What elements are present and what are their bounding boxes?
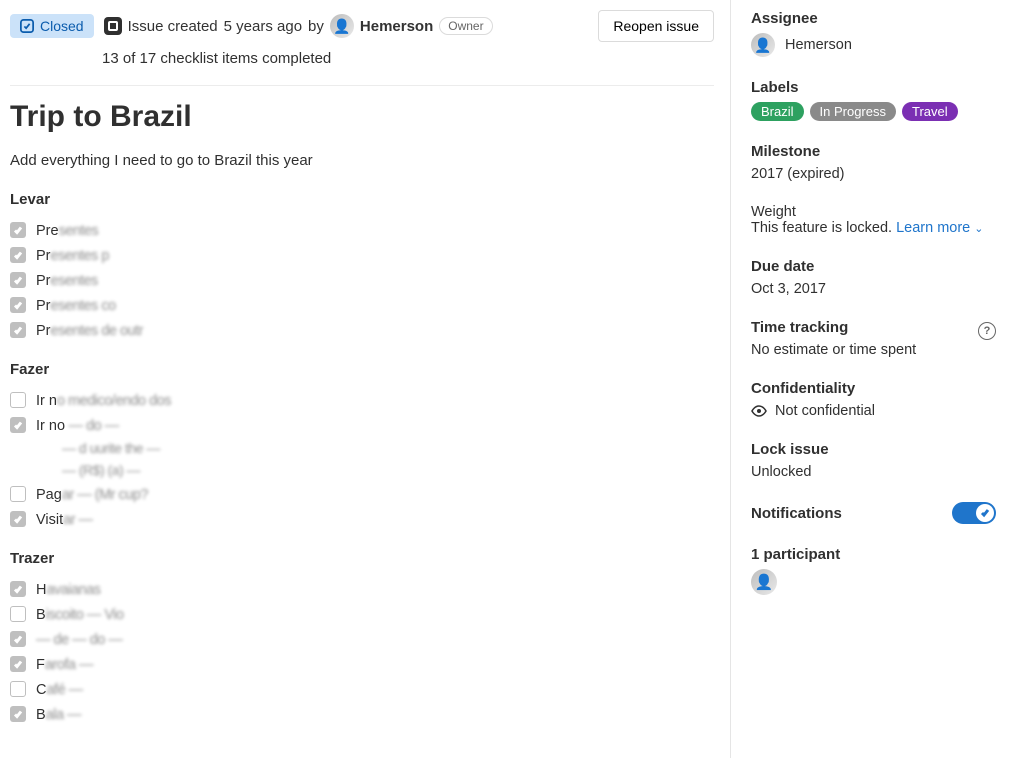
checklist-item-text: Bala —	[36, 707, 81, 723]
checkbox[interactable]	[10, 486, 26, 502]
checklist-heading: Levar	[10, 191, 714, 208]
labels-label: Labels	[751, 79, 996, 96]
divider	[10, 85, 714, 86]
reopen-button[interactable]: Reopen issue	[598, 10, 714, 42]
checklist-item: — de — do —	[10, 627, 714, 652]
notifications-toggle[interactable]	[952, 502, 996, 524]
checkbox[interactable]	[10, 511, 26, 527]
confidentiality-label: Confidentiality	[751, 380, 996, 397]
issue-description: Add everything I need to go to Brazil th…	[10, 152, 714, 169]
checklist-item-text: — de — do —	[36, 632, 122, 648]
status-text: Closed	[40, 18, 84, 34]
checklist-progress: 13 of 17 checklist items completed	[102, 50, 714, 67]
checklist-item: Presentes	[10, 218, 714, 243]
checklist-item: Visitar —	[10, 507, 714, 532]
chevron-down-icon: ⌄	[974, 223, 983, 235]
checkbox[interactable]	[10, 297, 26, 313]
issue-icon	[104, 17, 122, 35]
checklist-item: Ir no — do — — d uurite the —— (R$) (a) —	[10, 413, 714, 482]
timetracking-value: No estimate or time spent	[751, 342, 996, 358]
checklist-item: Havaianas	[10, 577, 714, 602]
participant-avatar[interactable]: 👤	[751, 569, 777, 595]
checklist-item-text: Ir no medico/endo dos	[36, 393, 171, 409]
milestone-value[interactable]: 2017 (expired)	[751, 166, 996, 182]
eye-icon	[751, 403, 767, 419]
checkbox[interactable]	[10, 606, 26, 622]
duedate-label: Due date	[751, 258, 996, 275]
checklist-item-text: Ir no — do —	[36, 418, 119, 434]
checkbox[interactable]	[10, 392, 26, 408]
checkbox[interactable]	[10, 631, 26, 647]
label-pill[interactable]: Brazil	[751, 102, 804, 121]
checklist-item: Presentes	[10, 268, 714, 293]
checkbox[interactable]	[10, 247, 26, 263]
issue-meta-by: by	[308, 18, 324, 35]
checklist-item: Ir no medico/endo dos	[10, 388, 714, 413]
author-name[interactable]: Hemerson	[360, 18, 433, 35]
checklist-nested-line: — d uurite the —	[62, 437, 160, 459]
checklist-item-text: Pagar — (Mr cup?	[36, 487, 148, 503]
status-badge: Closed	[10, 14, 94, 38]
checklist-heading: Trazer	[10, 550, 714, 567]
weight-text: This feature is locked.	[751, 220, 892, 236]
checklist-item-text: Presentes co	[36, 298, 116, 314]
assignee-avatar[interactable]: 👤	[751, 33, 775, 57]
checklist-item: Café —	[10, 677, 714, 702]
checklist-item: Farofa —	[10, 652, 714, 677]
checklist-item: Presentes co	[10, 293, 714, 318]
help-icon[interactable]: ?	[978, 322, 996, 340]
checkbox[interactable]	[10, 322, 26, 338]
issue-meta-time: 5 years ago	[224, 18, 302, 35]
checkbox[interactable]	[10, 681, 26, 697]
author-avatar[interactable]: 👤	[330, 14, 354, 38]
checklist-item-text: Presentes p	[36, 248, 109, 264]
label-pill[interactable]: Travel	[902, 102, 958, 121]
issue-meta-prefix: Issue created	[128, 18, 218, 35]
checkbox[interactable]	[10, 656, 26, 672]
weight-learn-more-link[interactable]: Learn more	[896, 220, 970, 236]
timetracking-label: Time tracking	[751, 319, 848, 336]
weight-label: Weight	[751, 204, 996, 220]
duedate-value: Oct 3, 2017	[751, 281, 996, 297]
issue-closed-icon	[20, 19, 34, 33]
checklist-item: Pagar — (Mr cup?	[10, 482, 714, 507]
checkbox[interactable]	[10, 222, 26, 238]
checklist-nested-line: — (R$) (a) —	[62, 459, 160, 481]
checklist-item: Presentes p	[10, 243, 714, 268]
assignee-label: Assignee	[751, 10, 996, 27]
checkbox[interactable]	[10, 272, 26, 288]
checkbox[interactable]	[10, 417, 26, 433]
checklist-heading: Fazer	[10, 361, 714, 378]
participants-label: 1 participant	[751, 546, 996, 563]
checklist-item-text: Presentes de outr	[36, 323, 143, 339]
checklist-item-text: Café —	[36, 682, 83, 698]
confidentiality-value: Not confidential	[775, 403, 875, 419]
checkbox[interactable]	[10, 581, 26, 597]
checklist-item: Bala —	[10, 702, 714, 727]
checklist-item-text: Presentes	[36, 273, 98, 289]
milestone-label: Milestone	[751, 143, 996, 160]
checklist-item: Biscoito — Vio	[10, 602, 714, 627]
checklist-item-text: Visitar —	[36, 512, 93, 528]
checklist-item-text: Presentes	[36, 223, 98, 239]
notifications-label: Notifications	[751, 505, 842, 522]
checklist-item: Presentes de outr	[10, 318, 714, 343]
checklist-item-text: Biscoito — Vio	[36, 607, 124, 623]
assignee-name[interactable]: Hemerson	[785, 37, 852, 53]
checklist-item-text: Havaianas	[36, 582, 101, 598]
label-pill[interactable]: In Progress	[810, 102, 896, 121]
lock-value: Unlocked	[751, 464, 996, 480]
role-badge: Owner	[439, 17, 492, 35]
checkbox[interactable]	[10, 706, 26, 722]
page-title: Trip to Brazil	[10, 100, 714, 134]
lock-label: Lock issue	[751, 441, 996, 458]
checklist-item-text: Farofa —	[36, 657, 93, 673]
